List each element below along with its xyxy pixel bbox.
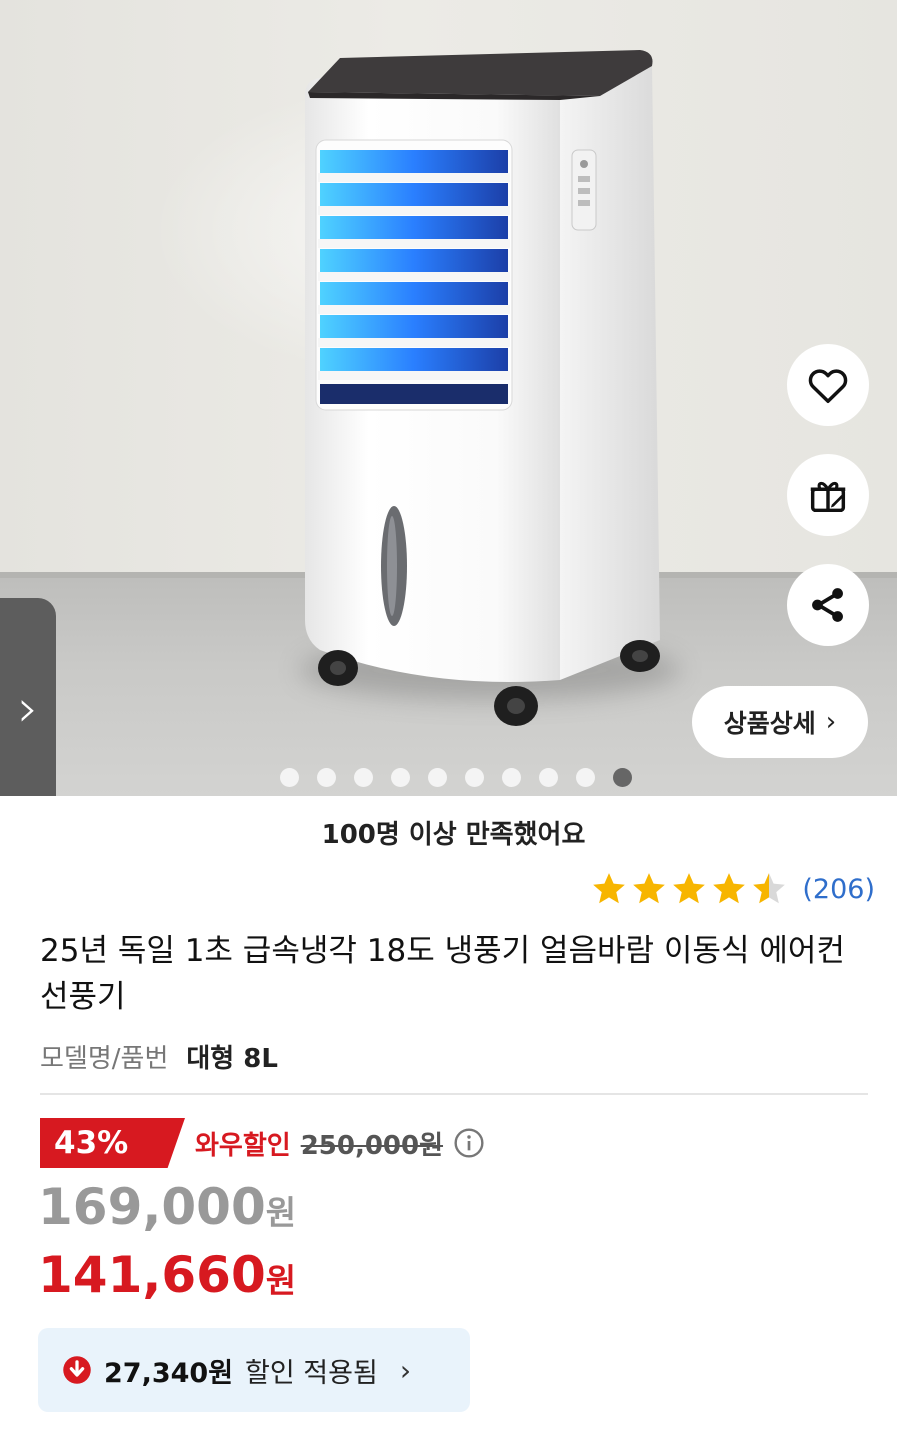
wow-discount-label: 와우할인 bbox=[195, 1130, 291, 1161]
pagination-dot[interactable] bbox=[502, 768, 521, 787]
chevron-right-icon: › bbox=[399, 1353, 412, 1387]
sale-price-amount: 169,000 bbox=[38, 1178, 266, 1236]
rating-summary[interactable]: (206) bbox=[590, 870, 875, 908]
info-icon[interactable] bbox=[453, 1127, 485, 1159]
divider bbox=[40, 1093, 868, 1095]
chevron-right-icon: › bbox=[825, 707, 837, 737]
product-title: 25년 독일 1초 급속냉각 18도 냉풍기 얼음바람 이동식 에어컨 선풍기 bbox=[40, 933, 845, 1015]
sale-price-unit: 원 bbox=[265, 1193, 297, 1232]
star-icon bbox=[753, 873, 786, 904]
gallery-prev-tab[interactable]: › bbox=[0, 598, 56, 796]
gallery-pagination-dots bbox=[280, 768, 632, 787]
star-icon bbox=[713, 873, 746, 904]
applied-text: 할인 적용됨 bbox=[245, 1357, 378, 1389]
final-price: 141,660원 bbox=[38, 1246, 296, 1304]
pagination-dot[interactable] bbox=[613, 768, 632, 787]
original-price: 250,000원 bbox=[300, 1130, 444, 1161]
pagination-dot[interactable] bbox=[354, 768, 373, 787]
pagination-dot[interactable] bbox=[539, 768, 558, 787]
star-icon bbox=[593, 873, 626, 904]
star-icon bbox=[633, 873, 666, 904]
applied-amount: 27,340원 bbox=[104, 1357, 234, 1389]
gift-button[interactable] bbox=[787, 454, 869, 536]
review-count-link[interactable]: (206) bbox=[802, 874, 875, 905]
pagination-dot[interactable] bbox=[428, 768, 447, 787]
final-price-amount: 141,660 bbox=[38, 1246, 266, 1304]
heart-icon bbox=[808, 369, 848, 404]
discount-row: 43% 와우할인 250,000원 bbox=[40, 1118, 485, 1168]
star-rating bbox=[590, 870, 788, 908]
product-detail-label: 상품상세 bbox=[723, 709, 816, 738]
pagination-dot[interactable] bbox=[280, 768, 299, 787]
pagination-dot[interactable] bbox=[317, 768, 336, 787]
final-price-unit: 원 bbox=[265, 1261, 297, 1300]
wishlist-button[interactable] bbox=[787, 344, 869, 426]
discount-applied-button[interactable]: 27,340원 할인 적용됨 › bbox=[38, 1328, 470, 1412]
sale-price: 169,000원 bbox=[38, 1178, 296, 1236]
star-icon bbox=[673, 873, 706, 904]
model-info: 모델명/품번 대형 8L bbox=[40, 1038, 278, 1075]
share-icon bbox=[812, 588, 843, 622]
share-button[interactable] bbox=[787, 564, 869, 646]
satisfaction-notice: 100명 이상 만족했어요 bbox=[321, 820, 586, 850]
pagination-dot[interactable] bbox=[391, 768, 410, 787]
model-value: 대형 8L bbox=[186, 1044, 278, 1074]
model-label: 모델명/품번 bbox=[40, 1044, 169, 1074]
product-image-air-cooler bbox=[305, 50, 660, 726]
product-image-gallery[interactable]: › 상품상세 › bbox=[0, 0, 897, 796]
side-arrow-icon: › bbox=[17, 679, 39, 739]
discount-badge: 43% bbox=[40, 1118, 185, 1168]
gift-icon bbox=[810, 481, 846, 513]
down-arrow-icon bbox=[63, 1356, 91, 1384]
product-detail-button[interactable]: 상품상세 › bbox=[692, 686, 868, 758]
pagination-dot[interactable] bbox=[576, 768, 595, 787]
pagination-dot[interactable] bbox=[465, 768, 484, 787]
